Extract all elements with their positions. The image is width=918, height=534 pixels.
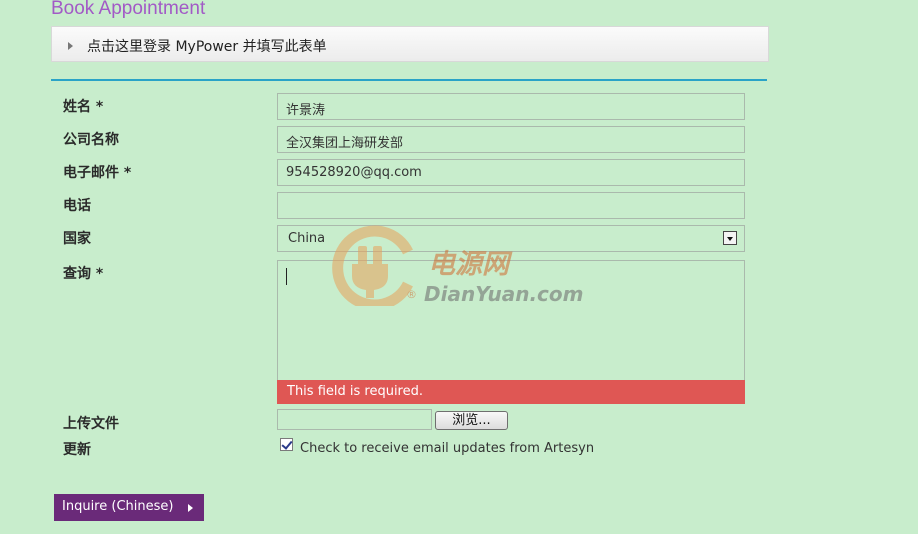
checkmark-icon <box>281 438 293 450</box>
email-label: 电子邮件 * <box>63 165 132 181</box>
email-input[interactable]: 954528920@qq.com <box>277 159 745 186</box>
phone-input[interactable] <box>277 192 745 219</box>
updates-label: 更新 <box>63 442 91 458</box>
page-title: Book Appointment <box>51 0 206 19</box>
login-expander[interactable]: 点击这里登录 MyPower 并填写此表单 <box>51 26 769 62</box>
country-label: 国家 <box>63 231 91 247</box>
dropdown-button[interactable] <box>723 231 737 245</box>
expand-arrow-icon <box>68 42 73 50</box>
name-label: 姓名 * <box>63 99 104 115</box>
login-expander-label: 点击这里登录 MyPower 并填写此表单 <box>87 39 327 55</box>
play-arrow-icon <box>188 504 193 512</box>
phone-label: 电话 <box>63 198 91 214</box>
registered-mark: ® <box>406 288 417 301</box>
country-selected-value: China <box>288 231 326 246</box>
inquiry-error-message: This field is required. <box>277 380 745 404</box>
watermark-cn-text: 电源网 <box>428 249 509 280</box>
section-divider <box>51 79 767 81</box>
submit-button-label: Inquire (Chinese) <box>62 499 174 514</box>
upload-label: 上传文件 <box>63 416 119 432</box>
inquiry-label: 查询 * <box>63 266 104 282</box>
file-path-field[interactable] <box>277 409 432 430</box>
email-updates-label[interactable]: Check to receive email updates from Arte… <box>300 441 594 456</box>
company-input[interactable]: 全汉集团上海研发部 <box>277 126 745 153</box>
text-caret <box>286 268 287 285</box>
company-label: 公司名称 <box>63 132 119 148</box>
email-updates-checkbox[interactable] <box>280 438 293 451</box>
browse-button[interactable]: 浏览... <box>435 411 508 430</box>
dianyuan-watermark: 电源网 ® DianYuan.com <box>328 224 593 311</box>
watermark-en-text: DianYuan.com <box>424 282 584 306</box>
inquire-submit-button[interactable]: Inquire (Chinese) <box>54 494 204 521</box>
chevron-down-icon <box>727 237 733 241</box>
name-input[interactable]: 许景涛 <box>277 93 745 120</box>
